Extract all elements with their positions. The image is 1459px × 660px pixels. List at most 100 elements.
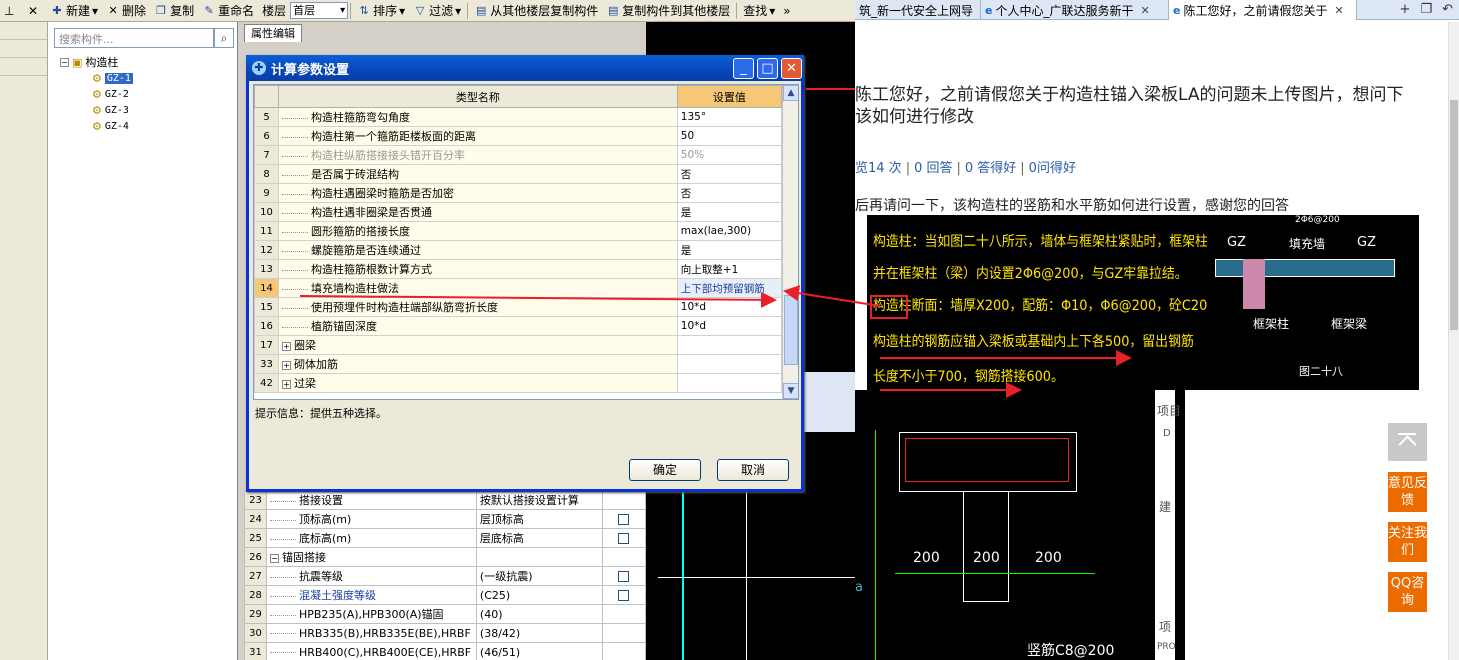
property-value[interactable]: 层顶标高 xyxy=(475,509,603,529)
minimize-button[interactable]: _ xyxy=(733,58,754,79)
property-row[interactable]: 30 HRB335(B),HRB335E(BE),HRBF (38/42) xyxy=(244,623,646,643)
restore-icon[interactable]: ❐ xyxy=(1420,2,1432,17)
param-row[interactable]: 17 + 圈梁 xyxy=(254,335,783,355)
param-value[interactable]: max(lae,300) xyxy=(676,221,783,241)
undo-icon[interactable]: ↶ xyxy=(1442,2,1453,17)
stat-good-answers[interactable]: 0 答得好 xyxy=(965,161,1016,176)
scroll-down-icon[interactable]: ▼ xyxy=(783,383,798,399)
stat-answers[interactable]: 0 回答 xyxy=(914,161,952,176)
tab-property-edit[interactable]: 属性编辑 xyxy=(244,24,302,42)
back-to-top-button[interactable] xyxy=(1388,423,1427,461)
delete-button[interactable]: ✕ 删除 xyxy=(102,1,150,21)
browser-scrollbar[interactable] xyxy=(1448,22,1459,660)
param-value[interactable]: 10*d xyxy=(676,297,783,317)
property-value[interactable]: 层底标高 xyxy=(475,528,603,548)
param-value[interactable]: 10*d xyxy=(676,316,783,336)
close-tab-icon[interactable]: ✕ xyxy=(1140,4,1149,17)
checkbox[interactable] xyxy=(618,571,630,582)
property-row[interactable]: 29 HPB235(A),HPB300(A)锚固 (40) xyxy=(244,604,646,624)
new-button[interactable]: ✚ 新建 ▾ xyxy=(46,1,102,21)
find-button[interactable]: 查找 ▾ xyxy=(739,1,779,21)
browser-tab[interactable]: e 个人中心_广联达服务新干 ✕ xyxy=(981,0,1169,20)
param-value[interactable]: 135° xyxy=(676,107,783,127)
params-scrollbar[interactable]: ▲ ▼ xyxy=(782,85,798,399)
property-value[interactable]: (46/51) xyxy=(475,642,603,660)
copy-to-other-floor-button[interactable]: ▤ 复制构件到其他楼层 xyxy=(602,1,734,21)
new-tab-icon[interactable]: + xyxy=(1400,2,1411,17)
browser-tab-active[interactable]: e 陈工您好，之前请假您关于 ✕ xyxy=(1169,0,1357,20)
floor-select[interactable]: 首层 xyxy=(290,2,349,19)
param-value[interactable]: 向上取整+1 xyxy=(676,259,783,279)
filter-button[interactable]: ▽ 过滤 ▾ xyxy=(409,1,465,21)
param-value[interactable]: 是 xyxy=(676,202,783,222)
param-row[interactable]: 16 植筋锚固深度 10*d xyxy=(254,316,783,336)
param-row[interactable]: 13 构造柱箍筋根数计算方式 向上取整+1 xyxy=(254,259,783,279)
checkbox[interactable] xyxy=(618,514,630,525)
property-row[interactable]: 24 顶标高(m) 层顶标高 xyxy=(244,509,646,529)
scroll-up-icon[interactable]: ▲ xyxy=(783,85,798,101)
qq-consult-button[interactable]: QQ咨询 xyxy=(1388,572,1427,612)
param-row[interactable]: 10 构造柱遇非圈梁是否贯通是 xyxy=(254,202,783,222)
collapse-icon[interactable]: − xyxy=(60,57,69,67)
param-row[interactable]: 14 填充墙构造柱做法 上下部均预留钢筋 xyxy=(254,278,783,298)
dialog-titlebar[interactable]: ✚ 计算参数设置 xyxy=(246,55,804,81)
property-row[interactable]: 26− 锚固搭接 xyxy=(244,547,646,567)
param-row[interactable]: 6 构造柱第一个箍筋距楼板面的距离 50 xyxy=(254,126,783,146)
tree-item-gz-2[interactable]: ⚙ GZ-2 xyxy=(60,86,133,102)
param-row[interactable]: 33 + 砌体加筋 xyxy=(254,354,783,374)
ok-button[interactable]: 确定 xyxy=(629,459,701,481)
param-row[interactable]: 12 螺旋箍筋是否连续通过是 xyxy=(254,240,783,260)
pin-icon[interactable]: ⊥ xyxy=(0,1,24,21)
property-row[interactable]: 23 搭接设置 按默认搭接设置计算 xyxy=(244,490,646,510)
param-value[interactable]: 50 xyxy=(676,126,783,146)
sort-button[interactable]: ⇅ 排序 ▾ xyxy=(353,1,409,21)
close-panel-icon[interactable]: ✕ xyxy=(24,1,46,21)
rename-button[interactable]: ✎ 重命名 xyxy=(198,1,258,21)
param-row[interactable]: 8 是否属于砖混结构否 xyxy=(254,164,783,184)
property-value[interactable]: 按默认搭接设置计算 xyxy=(475,490,603,510)
scroll-thumb[interactable] xyxy=(1450,100,1458,330)
scroll-thumb[interactable] xyxy=(784,295,798,365)
param-row[interactable]: 7 构造柱纵筋搭接接头错开百分率 50% xyxy=(254,145,783,165)
maximize-button[interactable]: □ xyxy=(757,58,778,79)
overflow-chevron-icon[interactable]: » xyxy=(779,1,794,21)
checkbox[interactable] xyxy=(618,590,630,601)
component-search-input[interactable]: 搜索构件... xyxy=(54,28,214,48)
cancel-button[interactable]: 取消 xyxy=(717,459,789,481)
tree-item-gz-3[interactable]: ⚙ GZ-3 xyxy=(60,102,133,118)
property-row[interactable]: 31 HRB400(C),HRB400E(CE),HRBF (46/51) xyxy=(244,642,646,660)
param-value[interactable]: 是 xyxy=(676,240,783,260)
expand-icon[interactable]: + xyxy=(282,341,292,351)
copy-button[interactable]: ❐ 复制 xyxy=(150,1,198,21)
property-value[interactable]: (40) xyxy=(475,604,603,624)
expand-icon[interactable]: + xyxy=(282,360,292,370)
tree-item-gz-4[interactable]: ⚙ GZ-4 xyxy=(60,118,133,134)
param-row[interactable]: 15 使用预埋件时构造柱端部纵筋弯折长度 10*d xyxy=(254,297,783,317)
browser-tab[interactable]: 筑_新一代安全上网导 ✕ xyxy=(855,0,981,20)
tree-root[interactable]: − ▣ 构造柱 xyxy=(60,54,133,70)
param-value[interactable]: 否 xyxy=(676,164,783,184)
tree-item-gz-1[interactable]: ⚙ GZ-1 xyxy=(60,70,133,86)
param-value[interactable]: 50% xyxy=(676,145,783,165)
param-row[interactable]: 9 构造柱遇圈梁时箍筋是否加密否 xyxy=(254,183,783,203)
property-row[interactable]: 27 抗震等级 (一级抗震) xyxy=(244,566,646,586)
checkbox[interactable] xyxy=(618,533,630,544)
property-value[interactable]: (C25) xyxy=(475,585,603,605)
param-row[interactable]: 42 + 过梁 xyxy=(254,373,783,393)
expand-icon[interactable]: + xyxy=(282,379,292,389)
close-tab-icon[interactable]: ✕ xyxy=(1334,4,1343,17)
follow-us-button[interactable]: 关注我们 xyxy=(1388,522,1427,562)
property-value[interactable]: (一级抗震) xyxy=(475,566,603,586)
param-value[interactable] xyxy=(676,373,783,393)
param-row[interactable]: 11 圆形箍筋的搭接长度 max(lae,300) xyxy=(254,221,783,241)
close-button[interactable]: ✕ xyxy=(781,58,802,79)
collapse-icon[interactable]: − xyxy=(269,553,279,563)
param-value[interactable] xyxy=(676,335,783,355)
search-icon[interactable]: ⌕ xyxy=(214,28,234,48)
property-value[interactable] xyxy=(475,547,603,567)
property-value[interactable]: (38/42) xyxy=(475,623,603,643)
copy-from-other-floor-button[interactable]: ▤ 从其他楼层复制构件 xyxy=(470,1,602,21)
stat-good-questions[interactable]: 0问得好 xyxy=(1029,161,1076,176)
stat-views[interactable]: 览14 次 xyxy=(855,161,902,176)
param-value[interactable] xyxy=(676,354,783,374)
